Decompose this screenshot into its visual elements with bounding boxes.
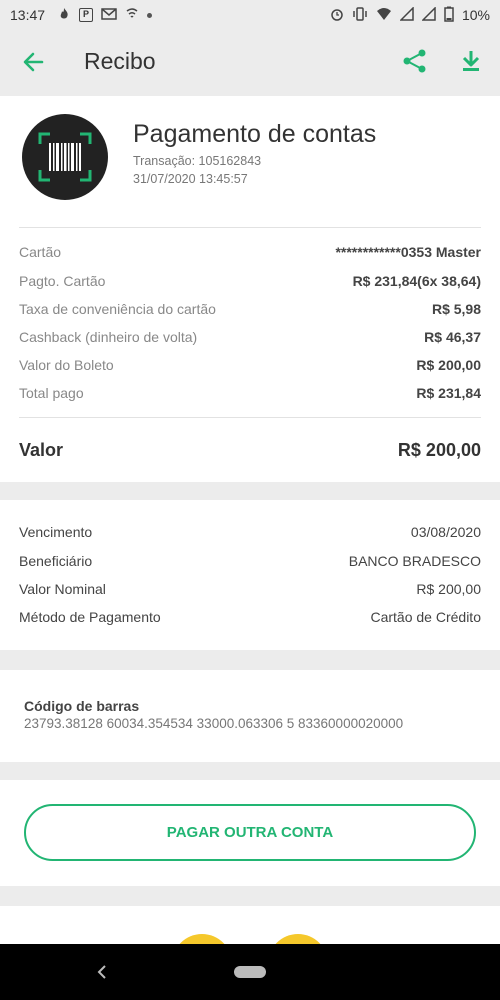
nav-back-icon[interactable] (94, 962, 110, 982)
barcode-icon (22, 114, 108, 200)
action-card: PAGAR OUTRA CONTA (0, 780, 500, 886)
wifi-icon (376, 7, 392, 24)
promo-card (0, 906, 500, 946)
system-nav-bar (0, 944, 500, 1000)
boleto-label: Valor Nominal (19, 581, 106, 597)
signal-icon (421, 5, 436, 24)
boleto-value: Cartão de Crédito (370, 609, 481, 625)
fire-icon (57, 7, 71, 24)
boleto-label: Método de Pagamento (19, 609, 161, 625)
detail-row: Pagto. Cartão R$ 231,84(6x 38,64) (19, 273, 481, 289)
receipt-card: Pagamento de contas Transação: 105162843… (0, 96, 500, 482)
boleto-row: Vencimento 03/08/2020 (19, 524, 481, 540)
detail-value: R$ 231,84(6x 38,64) (352, 273, 481, 289)
boleto-value: BANCO BRADESCO (348, 553, 481, 569)
detail-value: ************0353 Master (335, 244, 481, 260)
dot-icon (147, 12, 153, 18)
detail-label: Pagto. Cartão (19, 273, 106, 289)
boleto-value: 03/08/2020 (410, 524, 481, 540)
detail-value: R$ 5,98 (431, 301, 481, 317)
detail-value: R$ 231,84 (416, 385, 481, 401)
boleto-card: Vencimento 03/08/2020 Beneficiário BANCO… (0, 500, 500, 650)
boleto-value: R$ 200,00 (416, 581, 481, 597)
detail-label: Valor do Boleto (19, 357, 114, 373)
wifi-arrows-icon (125, 7, 139, 24)
boleto-row: Método de Pagamento Cartão de Crédito (19, 609, 481, 625)
barcode-value[interactable]: 23793.38128 60034.354534 33000.063306 5 … (24, 716, 403, 731)
download-icon[interactable] (458, 48, 484, 74)
boleto-row: Beneficiário BANCO BRADESCO (19, 553, 481, 569)
battery-percent: 10% (461, 7, 490, 23)
page-title: Recibo (84, 48, 156, 74)
barcode-card: Código de barras 23793.38128 60034.35453… (0, 670, 500, 762)
mail-icon (101, 7, 117, 24)
detail-row: Taxa de conveniência do cartão R$ 5,98 (19, 301, 481, 317)
valor-row: Valor R$ 200,00 (19, 440, 481, 461)
detail-label: Taxa de conveniência do cartão (19, 301, 216, 317)
detail-row: Cashback (dinheiro de volta) R$ 46,37 (19, 329, 481, 345)
status-time: 13:47 (10, 7, 46, 23)
detail-label: Total pago (19, 385, 84, 401)
boleto-label: Vencimento (19, 524, 93, 540)
vibrate-icon (352, 6, 368, 24)
detail-row: Total pago R$ 231,84 (19, 385, 481, 401)
divider (19, 227, 481, 228)
detail-label: Cashback (dinheiro de volta) (19, 329, 198, 345)
detail-label: Cartão (19, 244, 62, 260)
detail-value: R$ 46,37 (424, 329, 481, 345)
alarm-icon (330, 7, 344, 24)
nav-home-pill[interactable] (234, 966, 266, 978)
detail-row: Cartão ************0353 Master (19, 244, 481, 260)
valor-label: Valor (19, 440, 64, 460)
app-bar: Recibo (0, 30, 500, 94)
share-icon[interactable] (402, 48, 428, 74)
payment-title: Pagamento de contas (133, 120, 377, 148)
pay-another-bill-button[interactable]: PAGAR OUTRA CONTA (24, 804, 476, 861)
divider (19, 417, 481, 418)
barcode-label: Código de barras (24, 698, 140, 714)
signal-icon (399, 5, 414, 24)
parking-icon: P (79, 8, 94, 22)
detail-value: R$ 200,00 (416, 357, 481, 373)
detail-row: Valor do Boleto R$ 200,00 (19, 357, 481, 373)
battery-icon (444, 6, 454, 25)
status-bar: 13:47 P 10% (0, 0, 500, 30)
boleto-row: Valor Nominal R$ 200,00 (19, 581, 481, 597)
boleto-label: Beneficiário (19, 553, 93, 569)
transaction-id: Transação: 105162843 (133, 154, 262, 168)
valor-value: R$ 200,00 (397, 440, 481, 460)
transaction-datetime: 31/07/2020 13:45:57 (133, 172, 248, 186)
back-arrow-icon[interactable] (20, 48, 48, 76)
